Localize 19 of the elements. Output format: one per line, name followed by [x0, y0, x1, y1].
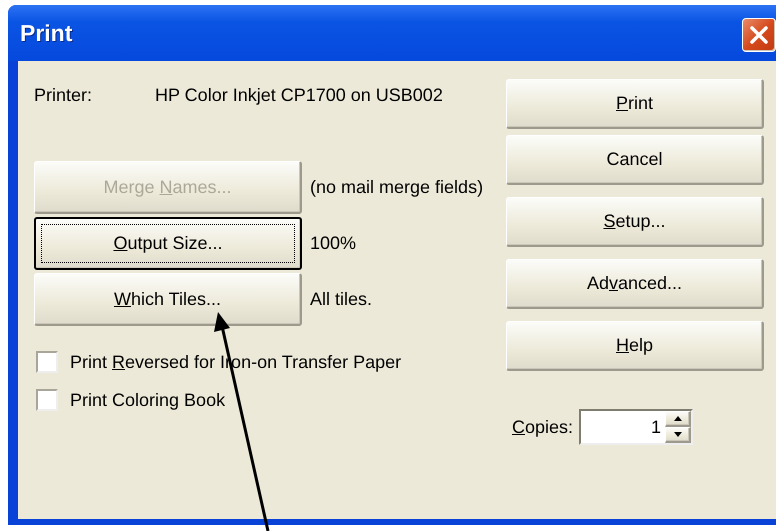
close-button[interactable] [742, 18, 776, 52]
option-status: 100% [310, 233, 356, 254]
checkbox[interactable] [36, 351, 58, 373]
dialog-button[interactable]: Help [506, 321, 764, 371]
checkbox-label: Print Coloring Book [70, 390, 226, 410]
option-status: All tiles. [310, 289, 372, 310]
dialog-button[interactable]: Advanced... [506, 259, 764, 309]
dialog-button[interactable]: Cancel [506, 135, 764, 185]
dialog-button[interactable]: Setup... [506, 197, 764, 247]
option-button[interactable]: Which Tiles... [34, 273, 302, 326]
printer-label: Printer: [34, 84, 94, 106]
close-icon [749, 25, 769, 45]
printer-name: HP Color Inkjet CP1700 on USB002 [155, 84, 443, 106]
dialog-button[interactable]: Print [506, 79, 764, 129]
copies-label: Copies: [512, 416, 574, 438]
option-button[interactable]: Output Size... [34, 217, 302, 270]
window-title: Print [20, 20, 72, 46]
checkbox[interactable] [36, 389, 58, 411]
option-status: (no mail merge fields) [310, 177, 484, 198]
